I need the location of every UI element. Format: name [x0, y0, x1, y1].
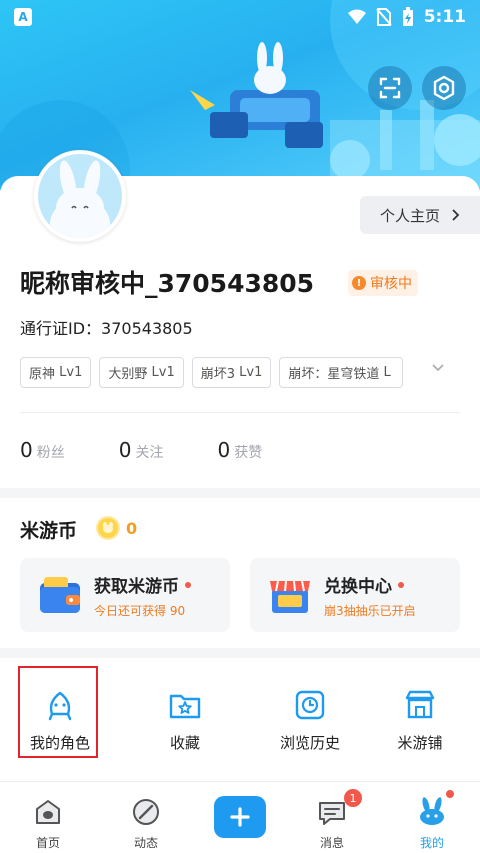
game-level-tags: 原神 Lv1 大别野 Lv1 崩坏3 Lv1 崩坏：星穹铁道 L	[20, 357, 404, 388]
stat-fans[interactable]: 0 粉丝	[20, 438, 65, 462]
social-stats: 0 粉丝 0 关注 0 获赞	[20, 438, 262, 462]
function-label: 米游铺	[397, 734, 443, 752]
game-tag-honkai3[interactable]: 崩坏3 Lv1	[191, 357, 272, 388]
nav-label: 动态	[133, 836, 158, 850]
get-coins-subtitle: 今日还可获得 90	[94, 604, 186, 618]
nickname: 昵称审核中_370543805	[20, 269, 315, 298]
coin-balance[interactable]: 0	[96, 516, 137, 540]
store-icon	[270, 580, 310, 613]
settings-button[interactable]	[422, 66, 466, 110]
nav-label: 我的	[419, 836, 444, 850]
new-dot	[398, 581, 404, 588]
stat-label: 获赞	[234, 445, 263, 461]
expand-games-chevron-icon[interactable]	[432, 364, 444, 372]
gear-icon	[433, 75, 455, 101]
scan-button[interactable]	[368, 66, 412, 110]
game-name: 崩坏：星穹铁道	[288, 367, 380, 382]
stat-number: 0	[118, 438, 132, 462]
coins-section: 米游币 0 获取米游币 今日还可获得 90 兑换中心 崩3抽抽乐已开启	[0, 498, 480, 648]
game-tag-dabieye[interactable]: 大别野 Lv1	[99, 357, 184, 388]
avatar[interactable]	[34, 150, 126, 242]
wallet-icon	[40, 577, 80, 613]
function-label: 收藏	[169, 734, 200, 752]
coin-count: 0	[126, 518, 138, 538]
coins-title: 米游币	[20, 520, 78, 542]
game-name: 原神	[29, 367, 56, 382]
game-level: Lv1	[59, 365, 83, 380]
game-tag-starrail[interactable]: 崩坏：星穹铁道 L	[279, 357, 404, 388]
get-coins-title-row: 获取米游币	[94, 572, 191, 597]
get-coins-title: 获取米游币	[94, 577, 179, 597]
status-bar: A 5:11	[0, 0, 480, 34]
game-level: Lv1	[151, 365, 175, 380]
exchange-center-card[interactable]: 兑换中心 崩3抽抽乐已开启	[250, 558, 460, 632]
personal-homepage-label: 个人主页	[379, 206, 440, 225]
game-level: Lv1	[239, 365, 263, 380]
mihoyo-shop-button[interactable]: 米游铺	[360, 658, 480, 758]
message-icon	[319, 802, 345, 825]
get-coins-card[interactable]: 获取米游币 今日还可获得 90	[20, 558, 230, 632]
review-status-label: 审核中	[370, 276, 412, 292]
no-sim-icon	[375, 8, 392, 26]
new-dot	[185, 581, 191, 588]
home-icon	[36, 800, 60, 824]
profile-page: A 5:11 个人主页 昵称审核中_370543805 ! 审核中 通行证ID：…	[0, 0, 480, 853]
nav-home[interactable]: 首页	[0, 782, 96, 853]
function-label: 浏览历史	[279, 734, 340, 752]
create-post-button[interactable]	[214, 796, 266, 838]
highlight-box	[18, 666, 98, 758]
clock: 5:11	[423, 7, 466, 27]
scan-icon	[379, 77, 401, 99]
coin-icon	[96, 516, 120, 540]
profile-icon	[420, 797, 444, 825]
divider	[20, 412, 460, 413]
nav-profile[interactable]: 我的	[384, 782, 480, 853]
battery-icon	[402, 7, 413, 26]
passport-id: 通行证ID：370543805	[20, 319, 193, 338]
review-status-badge: ! 审核中	[348, 270, 418, 296]
browsing-history-button[interactable]: 浏览历史	[250, 658, 370, 758]
feed-icon	[133, 799, 159, 825]
stat-label: 粉丝	[36, 445, 65, 461]
shop-icon	[405, 690, 435, 719]
app-notification-icon: A	[14, 8, 32, 26]
avatar-image	[38, 154, 122, 238]
stat-number: 0	[217, 438, 231, 462]
game-level: L	[383, 365, 391, 380]
favorites-button[interactable]: 收藏	[125, 658, 245, 758]
history-clock-icon	[295, 690, 325, 720]
personal-homepage-button[interactable]: 个人主页	[360, 196, 480, 234]
game-name: 大别野	[108, 367, 148, 382]
nav-label: 首页	[35, 836, 60, 850]
wifi-icon	[347, 9, 366, 24]
stat-likes[interactable]: 0 获赞	[217, 438, 262, 462]
exchange-center-subtitle: 崩3抽抽乐已开启	[324, 604, 416, 618]
nav-messages[interactable]: 消息	[284, 782, 380, 853]
stat-number: 0	[20, 438, 33, 462]
stat-following[interactable]: 0 关注	[119, 438, 164, 462]
nav-label: 消息	[319, 836, 344, 850]
alert-icon: !	[352, 276, 366, 290]
plus-icon	[230, 807, 250, 827]
favorites-folder-icon	[169, 694, 201, 719]
exchange-center-title-row: 兑换中心	[324, 572, 404, 597]
game-name: 崩坏3	[200, 367, 236, 382]
message-count-badge: 1	[344, 789, 362, 807]
game-tag-genshin[interactable]: 原神 Lv1	[20, 357, 92, 388]
chevron-right-icon	[452, 209, 460, 221]
stat-label: 关注	[135, 445, 164, 461]
exchange-center-title: 兑换中心	[324, 577, 392, 597]
nav-feed[interactable]: 动态	[98, 782, 194, 853]
profile-notification-dot	[446, 790, 454, 798]
